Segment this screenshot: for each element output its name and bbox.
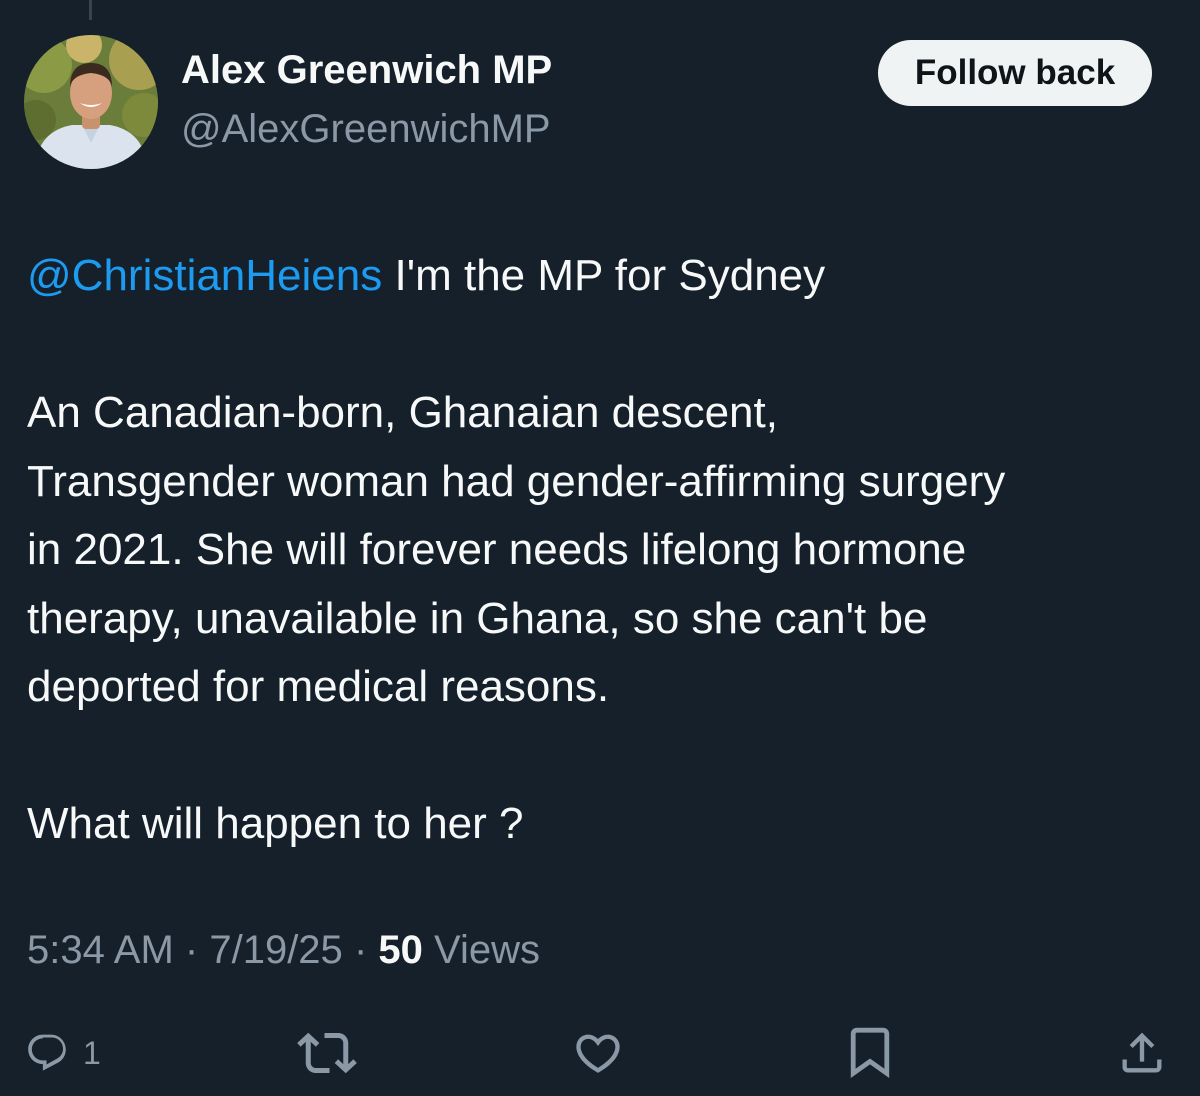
tweet-detail: Alex Greenwich MP @AlexGreenwichMP Follo…	[0, 0, 1200, 1096]
views-count: 50	[378, 928, 423, 972]
tweet-paragraph-1: @ChristianHeiens I'm the MP for Sydney	[27, 242, 1177, 311]
reply-count: 1	[83, 1034, 101, 1071]
tweet-action-bar: 1	[0, 1018, 1200, 1088]
bookmark-icon	[850, 1027, 890, 1079]
tweet-paragraph-2: An Canadian-born, Ghanaian descent, Tran…	[27, 379, 1177, 722]
tweet-date[interactable]: 7/19/25	[209, 928, 342, 972]
views-label: Views	[434, 928, 540, 972]
like-button[interactable]	[572, 1018, 624, 1088]
avatar[interactable]	[24, 35, 158, 169]
bookmark-button[interactable]	[846, 1018, 894, 1088]
follow-back-button[interactable]: Follow back	[878, 40, 1152, 106]
tweet-line: Transgender woman had gender-affirming s…	[27, 456, 1006, 506]
meta-separator: ·	[184, 928, 199, 972]
thread-connector-line	[89, 0, 92, 20]
tweet-paragraph-3: What will happen to her ?	[27, 799, 524, 848]
tweet-line: deported for medical reasons.	[27, 662, 610, 711]
share-button[interactable]	[1116, 1018, 1168, 1088]
tweet-line: I'm the MP for Sydney	[382, 251, 826, 300]
tweet-time[interactable]: 5:34 AM	[27, 928, 174, 972]
author-name[interactable]: Alex Greenwich MP	[181, 48, 552, 93]
meta-separator: ·	[353, 928, 368, 972]
mention-link[interactable]: @ChristianHeiens	[27, 251, 382, 300]
tweet-line: An Canadian-born, Ghanaian descent,	[27, 388, 778, 437]
share-icon	[1122, 1032, 1162, 1073]
tweet-line: in 2021. She will forever needs lifelong…	[27, 525, 967, 574]
retweet-icon	[297, 1032, 357, 1074]
heart-icon	[576, 1034, 620, 1073]
tweet-metadata: 5:34 AM · 7/19/25 · 50 Views	[27, 928, 540, 973]
reply-icon	[28, 1034, 66, 1071]
tweet-line: therapy, unavailable in Ghana, so she ca…	[27, 593, 928, 643]
profile-photo	[24, 35, 158, 169]
reply-button[interactable]: 1	[25, 1018, 101, 1088]
tweet-text: @ChristianHeiens I'm the MP for Sydney A…	[27, 242, 1177, 859]
retweet-button[interactable]	[297, 1018, 357, 1088]
author-handle[interactable]: @AlexGreenwichMP	[181, 107, 551, 152]
